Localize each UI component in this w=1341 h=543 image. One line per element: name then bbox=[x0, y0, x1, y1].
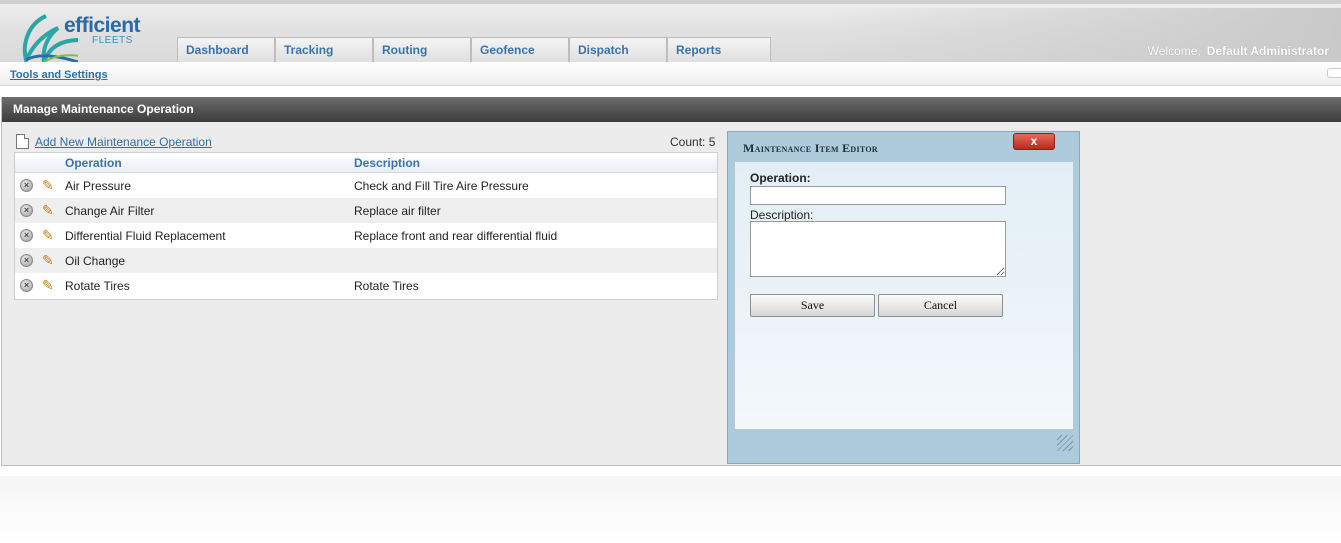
edit-pencil-icon[interactable]: ✎ bbox=[42, 202, 54, 219]
cell-description: Replace front and rear differential flui… bbox=[354, 229, 558, 243]
app-header: efficient FLEETS Dashboard Tracking Rout… bbox=[0, 0, 1341, 66]
cancel-button[interactable]: Cancel bbox=[878, 294, 1003, 317]
logo-sub: FLEETS bbox=[92, 35, 133, 46]
save-button[interactable]: Save bbox=[750, 294, 875, 317]
tab-label: Dispatch bbox=[578, 43, 629, 57]
tab-label: Dashboard bbox=[186, 43, 249, 57]
delete-icon[interactable]: × bbox=[20, 254, 33, 267]
description-label: Description: bbox=[750, 208, 814, 222]
table-row: × ✎ Air Pressure Check and Fill Tire Air… bbox=[15, 173, 717, 198]
cell-operation: Change Air Filter bbox=[65, 204, 155, 218]
table-row: × ✎ Differential Fluid Replacement Repla… bbox=[15, 223, 717, 248]
resize-grip-icon[interactable] bbox=[1057, 435, 1073, 451]
delete-icon[interactable]: × bbox=[20, 179, 33, 192]
column-header-operation[interactable]: Operation bbox=[65, 156, 122, 170]
cell-operation: Rotate Tires bbox=[65, 279, 130, 293]
welcome-prefix: Welcome, bbox=[1147, 44, 1201, 58]
dialog-title[interactable]: Maintenance Item Editor bbox=[743, 141, 878, 156]
tools-and-settings-link[interactable]: Tools and Settings bbox=[10, 69, 108, 81]
dialog-body: Operation: Description: Save Cancel bbox=[735, 162, 1073, 429]
cell-operation: Air Pressure bbox=[65, 179, 132, 193]
maintenance-panel: Manage Maintenance Operation Add New Mai… bbox=[1, 97, 1341, 466]
welcome-message: Welcome, Default Administrator bbox=[1148, 44, 1329, 58]
panel-title: Manage Maintenance Operation bbox=[2, 97, 1341, 122]
add-operation-label: Add New Maintenance Operation bbox=[35, 135, 212, 149]
delete-icon[interactable]: × bbox=[20, 229, 33, 242]
table-header: Operation Description bbox=[15, 153, 717, 173]
operation-input[interactable] bbox=[750, 186, 1006, 205]
cell-description: Check and Fill Tire Aire Pressure bbox=[354, 179, 529, 193]
cell-description: Rotate Tires bbox=[354, 279, 419, 293]
table-row: × ✎ Oil Change bbox=[15, 248, 717, 273]
cell-description: Replace air filter bbox=[354, 204, 441, 218]
delete-icon[interactable]: × bbox=[20, 279, 33, 292]
maintenance-item-editor-dialog: Maintenance Item Editor x Operation: Des… bbox=[727, 131, 1080, 464]
edit-pencil-icon[interactable]: ✎ bbox=[42, 277, 54, 294]
welcome-user[interactable]: Default Administrator bbox=[1207, 44, 1329, 58]
tab-label: Tracking bbox=[284, 43, 334, 57]
operations-table: Operation Description × ✎ Air Pressure C… bbox=[14, 152, 718, 300]
collapse-tab-icon[interactable] bbox=[1327, 68, 1341, 78]
column-header-description[interactable]: Description bbox=[354, 156, 420, 170]
record-count: Count: 5 bbox=[670, 135, 716, 149]
delete-icon[interactable]: × bbox=[20, 204, 33, 217]
close-button[interactable]: x bbox=[1013, 133, 1055, 150]
tab-label: Geofence bbox=[480, 43, 535, 57]
logo[interactable]: efficient FLEETS bbox=[18, 10, 148, 66]
footer-area bbox=[0, 476, 1341, 543]
operation-label: Operation: bbox=[750, 171, 811, 185]
edit-pencil-icon[interactable]: ✎ bbox=[42, 252, 54, 269]
tab-label: Reports bbox=[676, 43, 722, 57]
edit-pencil-icon[interactable]: ✎ bbox=[42, 227, 54, 244]
description-textarea[interactable] bbox=[750, 221, 1006, 277]
add-operation-link[interactable]: Add New Maintenance Operation bbox=[16, 134, 212, 149]
sub-navigation: Tools and Settings bbox=[0, 62, 1341, 86]
table-row: × ✎ Change Air Filter Replace air filter bbox=[15, 198, 717, 223]
cell-operation: Oil Change bbox=[65, 254, 126, 268]
edit-pencil-icon[interactable]: ✎ bbox=[42, 177, 54, 194]
table-row: × ✎ Rotate Tires Rotate Tires bbox=[15, 273, 717, 298]
document-icon bbox=[16, 134, 29, 149]
cell-operation: Differential Fluid Replacement bbox=[65, 229, 226, 243]
tab-label: Routing bbox=[382, 43, 428, 57]
